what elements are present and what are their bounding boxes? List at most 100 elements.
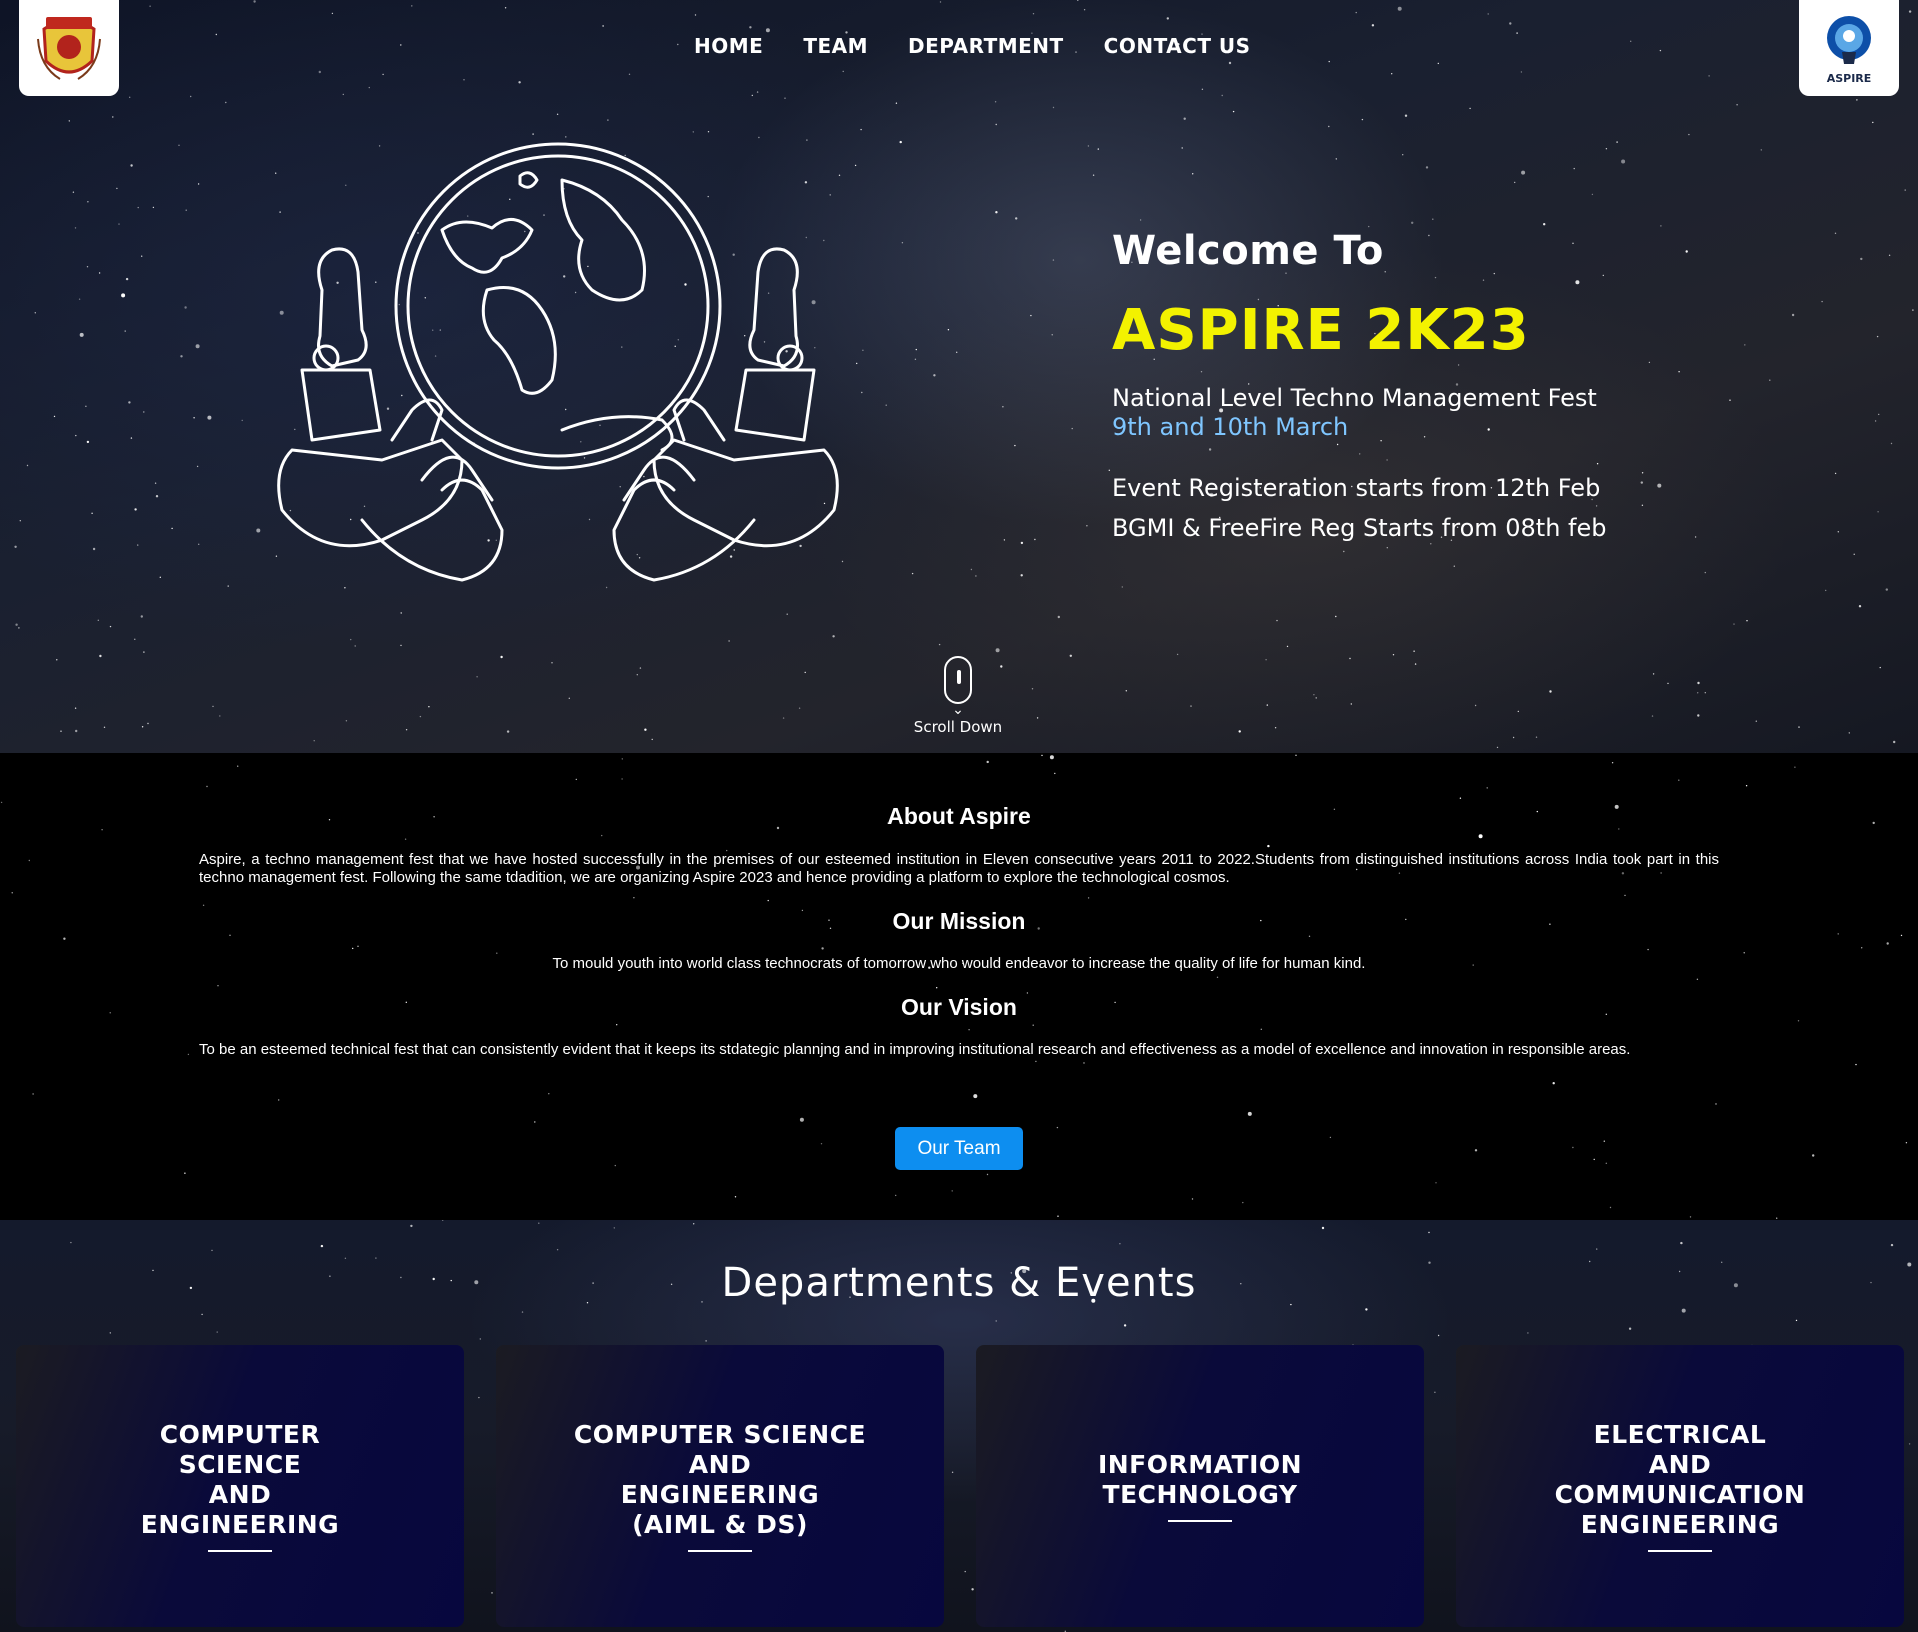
- hero-section: HOME TEAM DEPARTMENT CONTACT US ASPIRE W…: [0, 0, 1918, 753]
- star: [1380, 440, 1382, 442]
- scroll-down-indicator[interactable]: ⌄ Scroll Down: [908, 656, 1008, 736]
- star: [1879, 666, 1881, 669]
- star: [11, 892, 13, 894]
- star: [227, 585, 229, 587]
- star: [491, 1592, 493, 1594]
- star: [504, 7, 507, 9]
- star: [1392, 654, 1395, 656]
- star: [405, 729, 408, 731]
- star: [613, 1227, 615, 1229]
- star: [964, 1570, 966, 1573]
- department-card[interactable]: INFORMATION TECHNOLOGY: [976, 1345, 1424, 1627]
- star: [1535, 736, 1538, 738]
- nav-department[interactable]: DEPARTMENT: [908, 34, 1064, 58]
- star: [184, 1172, 186, 1174]
- star: [1183, 117, 1186, 120]
- star: [534, 1121, 536, 1123]
- games-registration-notice: BGMI & FreeFire Reg Starts from 08th feb: [1112, 514, 1607, 542]
- star: [518, 81, 521, 84]
- star: [400, 44, 402, 46]
- star: [1108, 469, 1111, 471]
- star: [350, 638, 352, 641]
- star: [14, 545, 17, 548]
- department-card[interactable]: ELECTRICAL AND COMMUNICATION ENGINEERING: [1456, 1345, 1904, 1627]
- nav-contact-us[interactable]: CONTACT US: [1104, 34, 1251, 58]
- star: [1516, 32, 1518, 34]
- star: [1798, 726, 1800, 728]
- star: [442, 1220, 444, 1221]
- star: [201, 1313, 203, 1316]
- star: [344, 1257, 347, 1259]
- star: [112, 116, 114, 118]
- main-nav: HOME TEAM DEPARTMENT CONTACT US: [694, 34, 1251, 58]
- star: [1034, 538, 1036, 541]
- star: [99, 654, 102, 658]
- fest-tagline: National Level Techno Management Fest: [1112, 384, 1597, 412]
- star: [1496, 746, 1499, 749]
- star: [1596, 463, 1599, 465]
- star: [621, 758, 623, 760]
- star: [1474, 1149, 1478, 1152]
- aspire-logo[interactable]: ASPIRE: [1799, 0, 1899, 96]
- star: [1437, 62, 1440, 65]
- star: [1030, 314, 1032, 317]
- star: [1904, 189, 1906, 191]
- star: [1411, 221, 1414, 224]
- star: [1681, 1308, 1686, 1313]
- star: [1697, 681, 1700, 685]
- nav-home[interactable]: HOME: [694, 34, 763, 58]
- star: [1260, 1028, 1263, 1030]
- registration-notice: Event Registeration starts from 12th Feb: [1112, 474, 1601, 502]
- star: [331, 12, 334, 15]
- star: [1893, 740, 1896, 744]
- star: [556, 1249, 559, 1251]
- star: [1825, 589, 1827, 592]
- star: [68, 120, 71, 122]
- department-card[interactable]: COMPUTER SCIENCE AND ENGINEERING (AIML &…: [496, 1345, 944, 1627]
- star: [911, 572, 914, 575]
- fest-name-heading: ASPIRE 2K23: [1112, 298, 1530, 363]
- department-card[interactable]: COMPUTER SCIENCE AND ENGINEERING: [16, 1345, 464, 1627]
- star: [628, 73, 631, 76]
- star: [1359, 453, 1361, 455]
- star: [1087, 145, 1090, 147]
- star: [1855, 1063, 1857, 1066]
- star: [968, 1029, 970, 1031]
- college-crest-icon: [37, 17, 101, 80]
- star: [134, 638, 136, 640]
- star: [1905, 1142, 1908, 1144]
- star: [26, 464, 29, 467]
- star: [1192, 173, 1194, 175]
- college-logo[interactable]: [19, 0, 119, 96]
- star: [354, 645, 356, 647]
- star: [614, 1164, 616, 1167]
- star: [478, 1396, 480, 1399]
- star: [1295, 754, 1297, 756]
- star: [1487, 428, 1490, 431]
- star: [1057, 1215, 1059, 1217]
- star: [758, 136, 760, 139]
- star: [856, 362, 858, 365]
- star: [1435, 1182, 1437, 1184]
- our-team-button[interactable]: Our Team: [895, 1127, 1023, 1170]
- star: [1609, 1206, 1612, 1209]
- star: [575, 778, 577, 781]
- about-section: About Aspire Aspire, a techno management…: [0, 753, 1918, 1220]
- star: [1552, 1082, 1555, 1085]
- star: [842, 70, 844, 73]
- star: [313, 740, 315, 742]
- star: [1054, 772, 1056, 775]
- star: [1453, 565, 1456, 567]
- nav-team[interactable]: TEAM: [803, 34, 868, 58]
- star: [1776, 1217, 1778, 1219]
- department-name: COMPUTER SCIENCE AND ENGINEERING: [140, 1420, 340, 1539]
- star: [951, 1190, 953, 1192]
- star: [400, 644, 402, 647]
- star: [1035, 1060, 1037, 1063]
- star: [1678, 779, 1680, 781]
- star: [1647, 948, 1649, 951]
- star: [1630, 40, 1632, 42]
- star: [799, 1117, 804, 1122]
- star: [1041, 754, 1043, 757]
- mission-title: Our Mission: [892, 908, 1026, 934]
